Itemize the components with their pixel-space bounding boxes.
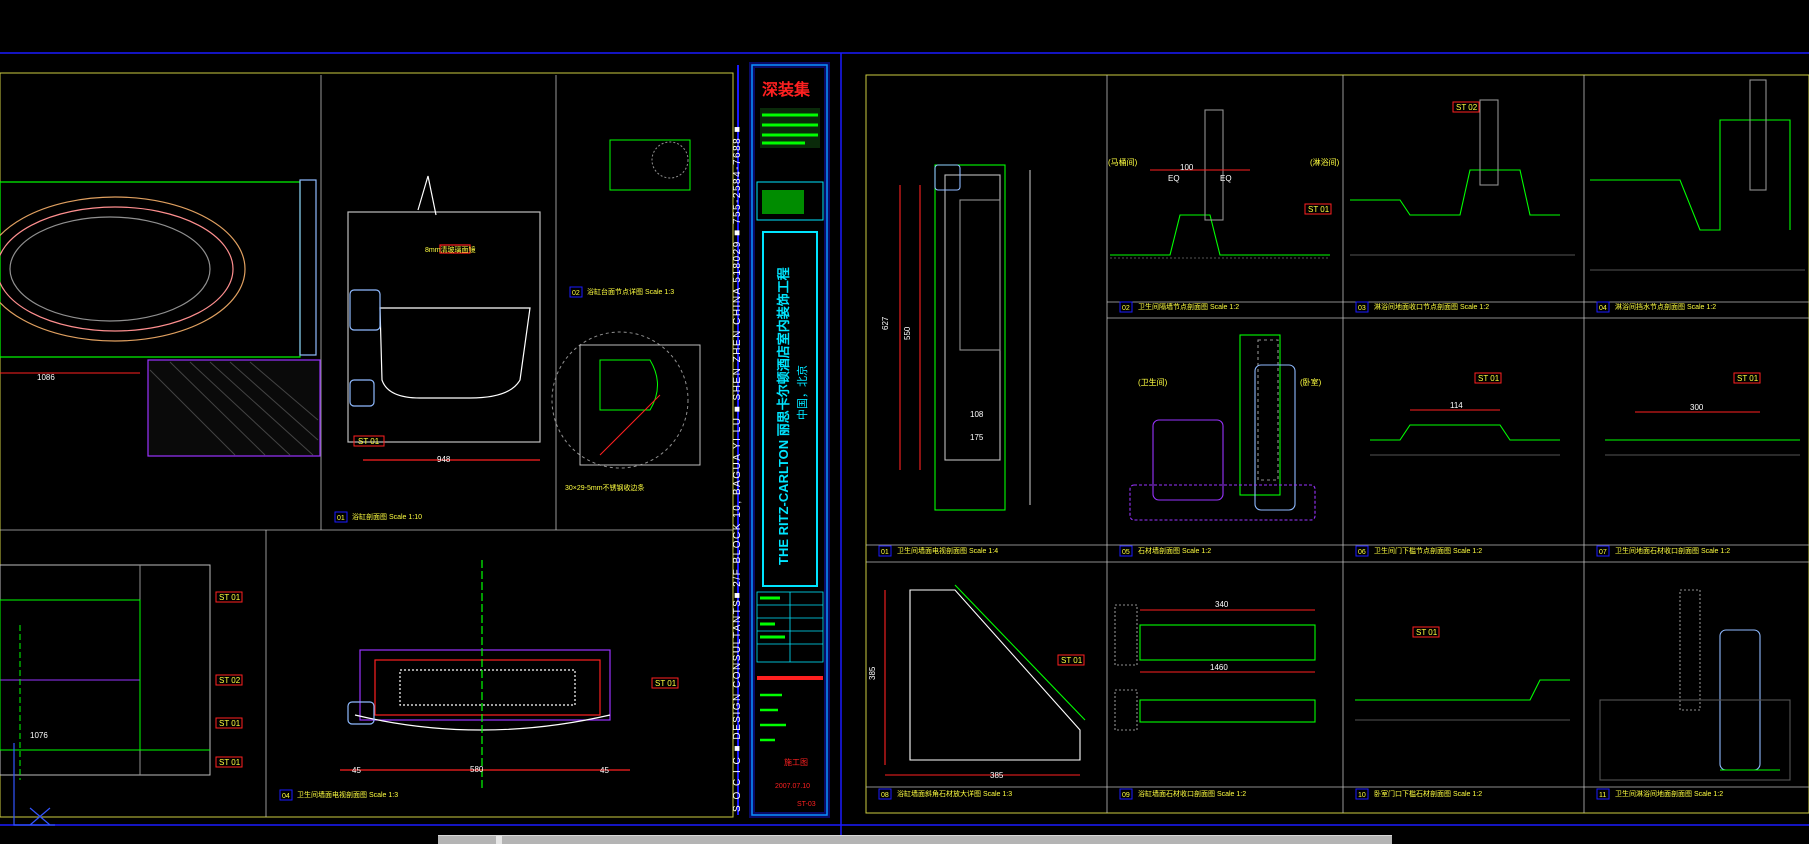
svg-text:07: 07 bbox=[1599, 549, 1607, 556]
svg-text:1460: 1460 bbox=[1210, 663, 1228, 672]
left-detail-04-title: 卫生间墙面电视剖面图 Scale 1:3 bbox=[297, 790, 398, 799]
left-detail-02-title: 浴缸台面节点详图 Scale 1:3 bbox=[587, 287, 674, 296]
svg-text:(卧室): (卧室) bbox=[1300, 377, 1322, 387]
svg-text:08: 08 bbox=[881, 792, 889, 799]
svg-text:04: 04 bbox=[1599, 305, 1607, 312]
right-detail-10-title: 卧室门口下槛石材剖面图 Scale 1:2 bbox=[1374, 789, 1482, 798]
svg-text:10: 10 bbox=[1358, 792, 1366, 799]
svg-text:EQ: EQ bbox=[1168, 174, 1180, 183]
svg-text:300: 300 bbox=[1690, 403, 1704, 412]
r07-floor-edge bbox=[1605, 411, 1800, 456]
svg-text:108: 108 bbox=[970, 410, 984, 419]
left-detail-01-title: 浴缸剖面图 Scale 1:10 bbox=[352, 512, 422, 521]
tv-section bbox=[340, 560, 630, 790]
dim-948: 948 bbox=[437, 455, 451, 464]
r05-stone-wall bbox=[1129, 334, 1316, 521]
svg-text:04: 04 bbox=[282, 793, 290, 800]
svg-text:ST 01: ST 01 bbox=[1416, 628, 1438, 637]
svg-text:100: 100 bbox=[1180, 163, 1194, 172]
svg-text:(淋浴间): (淋浴间) bbox=[1310, 157, 1340, 167]
r01-tv-section bbox=[899, 164, 1031, 511]
r02-partition bbox=[1110, 109, 1330, 259]
svg-text:EQ: EQ bbox=[1220, 174, 1232, 183]
right-detail-03-title: 淋浴间地面收口节点剖面图 Scale 1:2 bbox=[1374, 302, 1489, 311]
r06-threshold bbox=[1370, 409, 1560, 456]
left-tag-1: ST 01 bbox=[358, 437, 380, 446]
right-detail-08-title: 浴缸墙面斜角石材放大详图 Scale 1:3 bbox=[897, 789, 1012, 798]
svg-text:ST 02: ST 02 bbox=[1456, 103, 1478, 112]
svg-text:(卫生间): (卫生间) bbox=[1138, 377, 1168, 387]
svg-text:8mm清玻璃面镜: 8mm清玻璃面镜 bbox=[425, 245, 476, 254]
wall-elevation bbox=[0, 564, 211, 780]
right-detail-09-title: 浴缸墙面石材收口剖面图 Scale 1:2 bbox=[1138, 789, 1246, 798]
r04-shower-curb bbox=[1590, 79, 1805, 271]
left-detail-labels: 01 浴缸剖面图 Scale 1:10 02 浴缸台面节点详图 Scale 1:… bbox=[279, 286, 674, 801]
svg-text:02: 02 bbox=[572, 290, 580, 297]
svg-text:02: 02 bbox=[1122, 305, 1130, 312]
svg-text:09: 09 bbox=[1122, 792, 1130, 799]
svg-text:ST 01: ST 01 bbox=[219, 719, 241, 728]
r03-shower-floor bbox=[1350, 99, 1575, 256]
r08-angle-stone bbox=[884, 584, 1086, 776]
sheet-number: ST-03 bbox=[797, 801, 816, 808]
dim-1086: 1086 bbox=[37, 373, 55, 382]
issue-date: 2007.07.10 bbox=[775, 783, 810, 790]
svg-text:30×29-5mm不锈钢收边条: 30×29-5mm不锈钢收边条 bbox=[565, 483, 645, 492]
svg-text:01: 01 bbox=[881, 549, 889, 556]
svg-text:45: 45 bbox=[352, 766, 361, 775]
svg-text:ST 01: ST 01 bbox=[655, 679, 677, 688]
r10-bedroom-threshold bbox=[1355, 679, 1570, 721]
svg-text:06: 06 bbox=[1358, 549, 1366, 556]
bathtub-plan bbox=[0, 179, 321, 457]
right-detail-02-title: 卫生间隔墙节点剖面图 Scale 1:2 bbox=[1138, 302, 1239, 311]
svg-text:175: 175 bbox=[970, 433, 984, 442]
detail-enlarge-circle bbox=[551, 331, 689, 469]
project-name: THE RITZ-CARLTON 丽思卡尔顿酒店室内装饰工程 bbox=[776, 267, 791, 565]
svg-text:ST 01: ST 01 bbox=[219, 593, 241, 602]
svg-text:385: 385 bbox=[868, 666, 877, 680]
right-detail-labels: 01 卫生间墙面电视剖面图 Scale 1:4 02 卫生间隔墙节点剖面图 Sc… bbox=[878, 301, 1730, 800]
svg-text:ST 01: ST 01 bbox=[1478, 374, 1500, 383]
right-detail-07-title: 卫生间地面石材收口剖面图 Scale 1:2 bbox=[1615, 546, 1730, 555]
svg-text:45: 45 bbox=[600, 766, 609, 775]
right-detail-11-title: 卫生间淋浴间地面剖面图 Scale 1:2 bbox=[1615, 789, 1723, 798]
title-strip: S O C I C ■ DESIGN CONSULTANTS■ 2/F BLOC… bbox=[732, 65, 743, 815]
svg-text:114: 114 bbox=[1450, 401, 1463, 410]
svg-text:(马桶间): (马桶间) bbox=[1108, 157, 1138, 167]
svg-text:385: 385 bbox=[990, 771, 1004, 780]
left-sheet: 1086 948 1076 580 45 45 ST 01 ST 01 ST 0… bbox=[0, 72, 734, 818]
svg-text:ST 01: ST 01 bbox=[1737, 374, 1759, 383]
svg-text:11: 11 bbox=[1599, 792, 1606, 799]
right-detail-01-title: 卫生间墙面电视剖面图 Scale 1:4 bbox=[897, 546, 998, 555]
right-sheet: 627 550 108 175 EQ EQ 100 114 300 385 38… bbox=[865, 74, 1809, 814]
svg-text:05: 05 bbox=[1122, 549, 1130, 556]
r11-shower-floor bbox=[1599, 589, 1791, 781]
svg-text:ST 02: ST 02 bbox=[219, 676, 241, 685]
status-stamp: 施工图 bbox=[784, 757, 808, 767]
right-detail-06-title: 卫生间门下槛节点剖面图 Scale 1:2 bbox=[1374, 546, 1482, 555]
svg-text:ST 01: ST 01 bbox=[1308, 205, 1330, 214]
dim-1076: 1076 bbox=[30, 731, 48, 740]
right-detail-04-title: 淋浴间挡水节点剖面图 Scale 1:2 bbox=[1615, 302, 1716, 311]
svg-text:ST 01: ST 01 bbox=[1061, 656, 1083, 665]
svg-text:550: 550 bbox=[903, 326, 912, 340]
title-block: 深装集 THE RITZ-CARLTON 丽思卡尔顿酒店室内装饰工程 中国，北京… bbox=[749, 62, 830, 818]
firm-logo: 深装集 bbox=[762, 80, 811, 99]
svg-text:340: 340 bbox=[1215, 600, 1229, 609]
project-location: 中国，北京 bbox=[795, 365, 809, 420]
svg-text:01: 01 bbox=[337, 515, 345, 522]
right-detail-05-title: 石材墙剖面图 Scale 1:2 bbox=[1138, 546, 1211, 555]
cad-model-space[interactable]: 1086 948 1076 580 45 45 ST 01 ST 01 ST 0… bbox=[0, 0, 1809, 843]
consultant-address: S O C I C ■ DESIGN CONSULTANTS■ 2/F BLOC… bbox=[732, 125, 743, 812]
svg-text:03: 03 bbox=[1358, 305, 1366, 312]
dim-580: 580 bbox=[470, 765, 484, 774]
svg-text:627: 627 bbox=[881, 316, 890, 330]
bathtub-section bbox=[347, 175, 541, 461]
svg-text:ST 01: ST 01 bbox=[219, 758, 241, 767]
